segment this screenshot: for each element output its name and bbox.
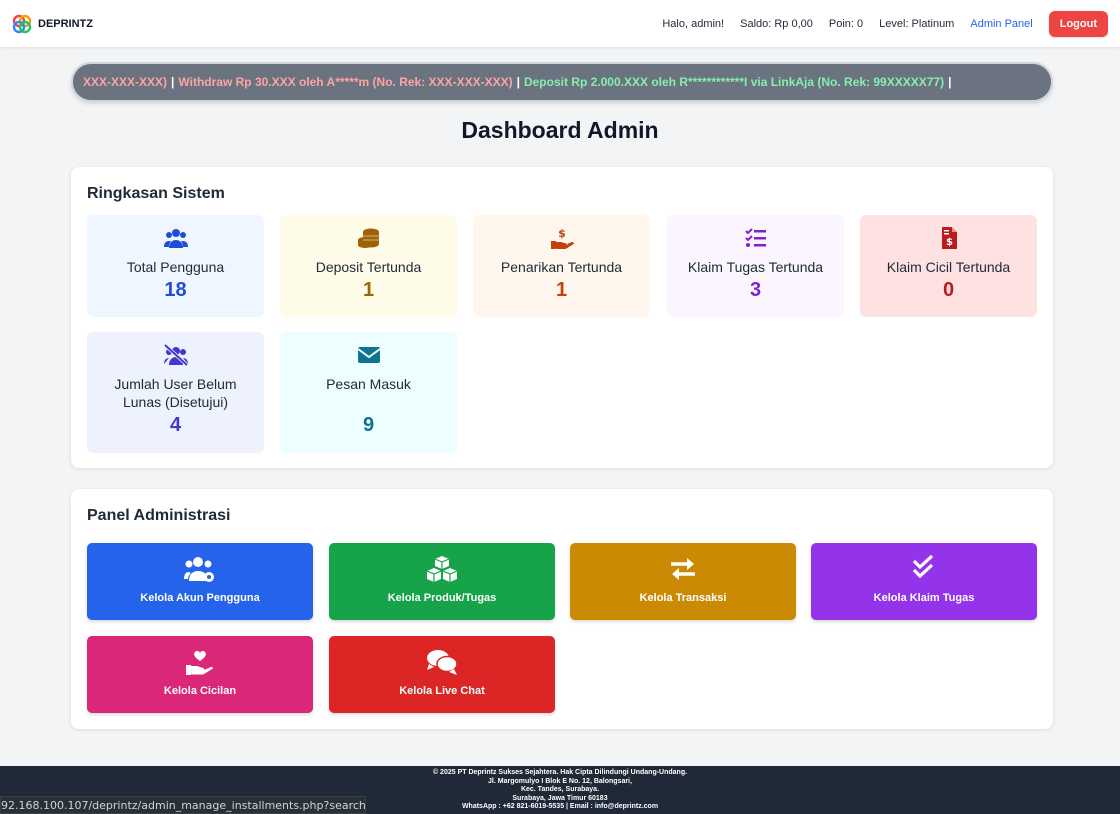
transaction-ticker: XXX-XXX-XXX) | Withdraw Rp 30.XXX oleh A**… xyxy=(71,62,1053,102)
ticker-item: Deposit Rp 2.000.XXX oleh R************I… xyxy=(523,75,945,89)
summary-card: Ringkasan Sistem Total Pengguna 18 Depos… xyxy=(71,167,1053,468)
navbar: DEPRINTZ Halo, admin! Saldo: Rp 0,00 Poi… xyxy=(0,0,1120,47)
kelola-klaim-tugas-button[interactable]: Kelola Klaim Tugas xyxy=(811,543,1037,620)
stat-klaim-cicil-tertunda: $ Klaim Cicil Tertunda 0 xyxy=(860,215,1037,317)
stat-label: Pesan Masuk xyxy=(326,376,411,392)
brand[interactable]: DEPRINTZ xyxy=(12,14,93,34)
status-bar-url: 92.168.100.107/deprintz/admin_manage_ins… xyxy=(0,796,366,814)
greeting: Halo, admin! xyxy=(662,17,725,30)
stat-value: 0 xyxy=(942,279,955,301)
summary-title: Ringkasan Sistem xyxy=(87,185,225,202)
logout-button[interactable]: Logout xyxy=(1048,10,1108,37)
footer-address-2: Kec. Tandes, Surabaya. xyxy=(520,786,600,794)
envelope-icon xyxy=(280,344,457,366)
stat-klaim-tugas-tertunda: Klaim Tugas Tertunda 3 xyxy=(667,215,844,317)
invoice-dollar-icon: $ xyxy=(860,227,1037,249)
kelola-akun-pengguna-button[interactable]: Kelola Akun Pengguna xyxy=(87,543,313,620)
ticker-track: XXX-XXX-XXX) | Withdraw Rp 30.XXX oleh A**… xyxy=(73,75,955,89)
footer-copyright: © 2025 PT Deprintz Sukses Sejahtera. Hak… xyxy=(432,769,688,776)
users-cog-icon xyxy=(87,555,313,583)
stat-value: 1 xyxy=(362,279,375,301)
stat-label: Penarikan Tertunda xyxy=(500,259,623,275)
stat-penarikan-tertunda: $ Penarikan Tertunda 1 xyxy=(473,215,650,317)
stat-deposit-tertunda: Deposit Tertunda 1 xyxy=(280,215,457,317)
kelola-cicilan-button[interactable]: Kelola Cicilan xyxy=(87,636,313,713)
stat-value: 3 xyxy=(749,279,762,301)
button-label: Kelola Transaksi xyxy=(639,592,727,604)
ticker-separator: | xyxy=(948,75,952,89)
cubes-icon xyxy=(329,555,555,583)
admin-panel-card: Panel Administrasi Kelola Akun Pengguna … xyxy=(71,489,1053,729)
kelola-transaksi-button[interactable]: Kelola Transaksi xyxy=(570,543,796,620)
stat-value: 9 xyxy=(362,414,375,436)
checklist-icon xyxy=(667,227,844,249)
double-check-icon xyxy=(811,555,1037,583)
svg-text:$: $ xyxy=(558,227,566,240)
button-label: Kelola Akun Pengguna xyxy=(140,592,260,604)
button-label: Kelola Klaim Tugas xyxy=(873,592,975,604)
stat-pesan-masuk: Pesan Masuk 9 xyxy=(280,332,457,453)
stat-user-belum-lunas: Jumlah User Belum Lunas (Disetujui) 4 xyxy=(87,332,264,453)
nav-right: Halo, admin! Saldo: Rp 0,00 Poin: 0 Leve… xyxy=(662,10,1108,37)
ticker-item: XXX-XXX-XXX) xyxy=(83,75,168,89)
admin-panel-link[interactable]: Admin Panel xyxy=(970,18,1032,30)
exchange-icon xyxy=(570,555,796,583)
ticker-separator: | xyxy=(171,75,175,89)
button-label: Kelola Live Chat xyxy=(399,685,485,697)
users-icon xyxy=(87,227,264,249)
stat-value: 1 xyxy=(555,279,568,301)
ticker-item: Withdraw Rp 30.XXX oleh A*****m (No. Rek… xyxy=(178,75,513,89)
level: Level: Platinum xyxy=(879,17,955,30)
ticker-separator: | xyxy=(516,75,520,89)
saldo: Saldo: Rp 0,00 xyxy=(740,17,813,30)
coins-icon xyxy=(280,227,457,249)
hand-dollar-icon: $ xyxy=(473,227,650,249)
brand-name: DEPRINTZ xyxy=(38,17,93,30)
button-label: Kelola Cicilan xyxy=(163,685,237,697)
stat-value: 18 xyxy=(164,279,187,301)
admin-panel-title: Panel Administrasi xyxy=(87,507,231,524)
stat-label: Deposit Tertunda xyxy=(315,259,422,275)
stat-value: 4 xyxy=(169,414,182,436)
logo-icon xyxy=(12,14,32,33)
footer-address-1: Jl. Margomulyo I Blok E No. 12, Balongsa… xyxy=(488,777,632,785)
stat-label: Klaim Cicil Tertunda xyxy=(886,259,1011,275)
page-title: Dashboard Admin xyxy=(461,117,659,143)
kelola-produk-tugas-button[interactable]: Kelola Produk/Tugas xyxy=(329,543,555,620)
stat-label: Klaim Tugas Tertunda xyxy=(687,259,824,275)
hand-heart-icon xyxy=(87,648,313,676)
button-label: Kelola Produk/Tugas xyxy=(387,592,497,604)
stat-total-pengguna: Total Pengguna 18 xyxy=(87,215,264,317)
svg-text:$: $ xyxy=(946,237,953,248)
kelola-live-chat-button[interactable]: Kelola Live Chat xyxy=(329,636,555,713)
poin: Poin: 0 xyxy=(828,17,864,30)
stat-label: Jumlah User Belum Lunas (Disetujui) xyxy=(114,376,237,410)
users-slash-icon xyxy=(87,344,264,366)
comments-icon xyxy=(329,648,555,676)
stat-label: Total Pengguna xyxy=(126,259,225,275)
